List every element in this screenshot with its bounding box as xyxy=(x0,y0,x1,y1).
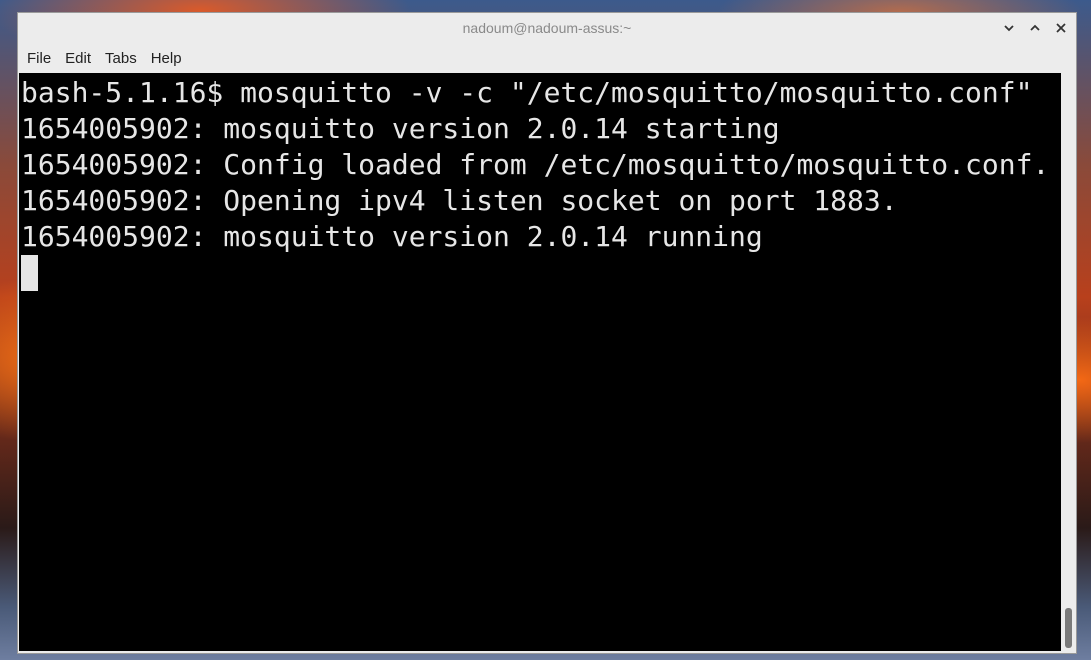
chevron-up-icon xyxy=(1030,24,1040,31)
close-icon xyxy=(1056,23,1066,33)
terminal-line: bash-5.1.16$ mosquitto -v -c "/etc/mosqu… xyxy=(21,76,1033,109)
menu-tabs[interactable]: Tabs xyxy=(98,47,144,70)
terminal-line: 1654005902: Opening ipv4 listen socket o… xyxy=(21,184,898,217)
menu-bar: File Edit Tabs Help xyxy=(18,44,1076,72)
title-bar[interactable]: nadoum@nadoum-assus:~ xyxy=(18,13,1076,44)
minimize-button[interactable] xyxy=(1000,19,1018,37)
menu-file[interactable]: File xyxy=(20,47,58,70)
terminal-line: 1654005902: mosquitto version 2.0.14 run… xyxy=(21,220,763,253)
vertical-scrollbar[interactable] xyxy=(1061,73,1076,651)
window-title: nadoum@nadoum-assus:~ xyxy=(462,20,632,36)
terminal-output-area[interactable]: bash-5.1.16$ mosquitto -v -c "/etc/mosqu… xyxy=(19,73,1061,651)
terminal-line: 1654005902: mosquitto version 2.0.14 sta… xyxy=(21,112,780,145)
scrollbar-thumb[interactable] xyxy=(1065,608,1072,648)
terminal-window: nadoum@nadoum-assus:~ File Edit Tabs Hel… xyxy=(17,12,1077,654)
maximize-button[interactable] xyxy=(1026,19,1044,37)
menu-help[interactable]: Help xyxy=(144,47,189,70)
desktop-wallpaper: nadoum@nadoum-assus:~ File Edit Tabs Hel… xyxy=(0,0,1091,660)
chevron-down-icon xyxy=(1004,25,1014,32)
text-cursor xyxy=(21,255,38,291)
close-button[interactable] xyxy=(1052,19,1070,37)
window-controls xyxy=(1000,19,1070,37)
menu-edit[interactable]: Edit xyxy=(58,47,98,70)
terminal-line: 1654005902: Config loaded from /etc/mosq… xyxy=(21,148,1050,181)
